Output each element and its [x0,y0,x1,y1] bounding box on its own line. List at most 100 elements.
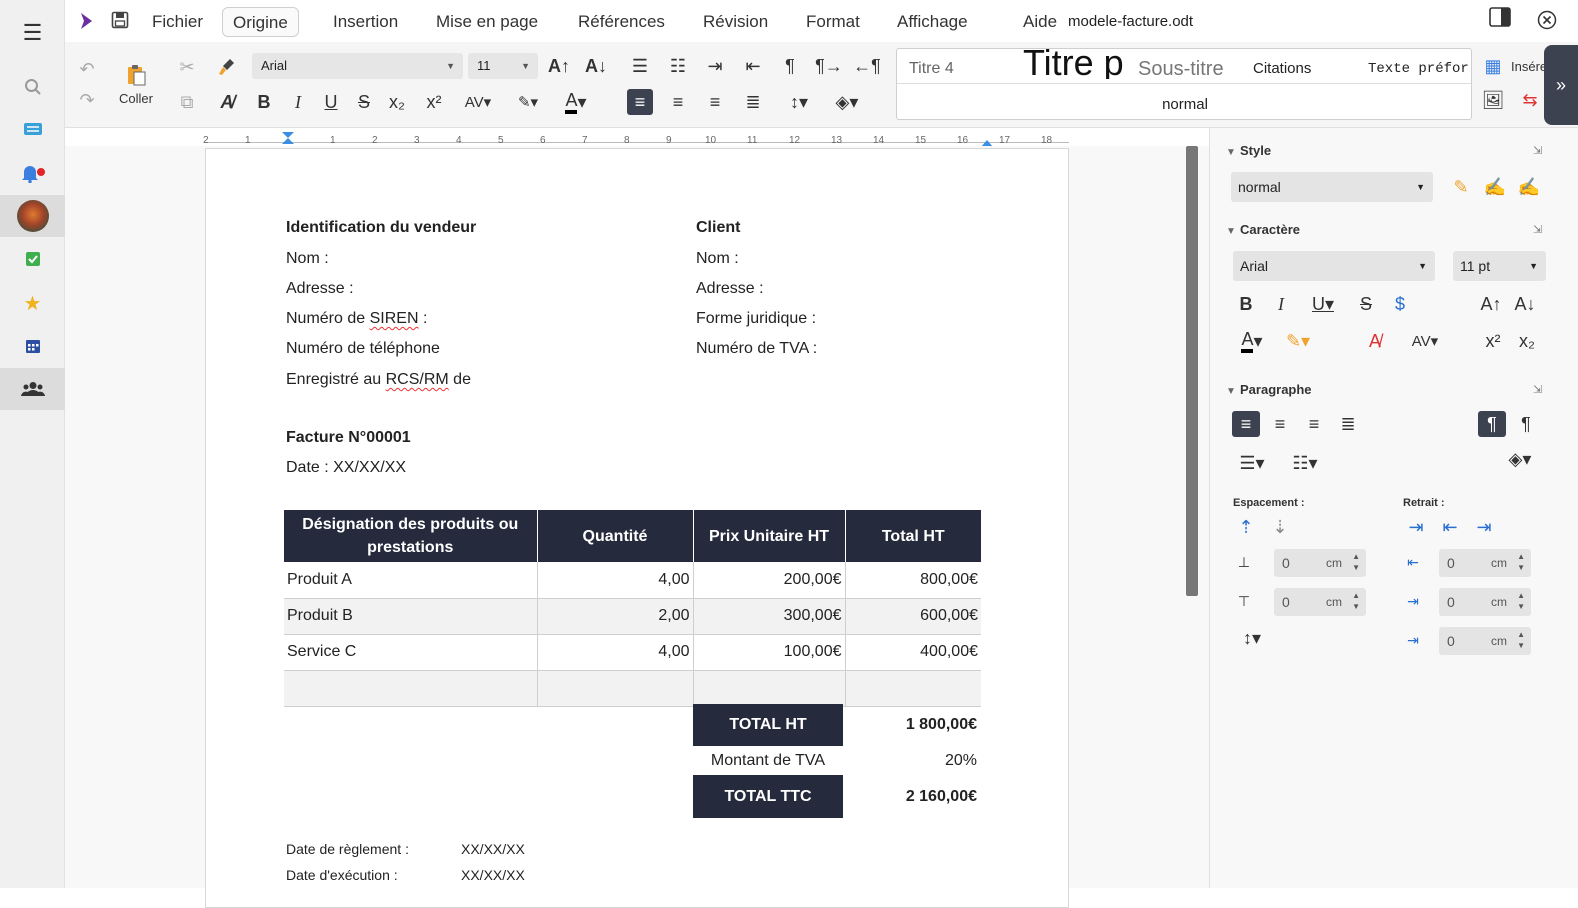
clear-formatting-icon[interactable]: A̸ [1361,328,1389,354]
paste-button[interactable]: Coller [118,64,154,106]
numbered-list-icon[interactable]: ☷ [665,53,691,79]
calendar-icon[interactable] [0,325,65,367]
copy-icon[interactable]: ⧉ [174,89,200,115]
shrink-font-icon[interactable]: A↓ [1511,291,1539,317]
superscript-icon[interactable]: x² [421,89,447,115]
align-left-icon[interactable]: ≡ [1232,411,1260,437]
font-color-icon[interactable]: A ▾ [556,89,596,115]
justify-icon[interactable]: ≣ [740,89,766,115]
character-spacing-icon[interactable]: AV▾ [1404,328,1446,354]
after-text-indent-spinner[interactable]: 0 cm ▲ ▼ [1439,588,1531,616]
menu-insertion[interactable]: Insertion [323,7,408,37]
redo-icon[interactable]: ↷ [74,87,100,113]
cell-designation[interactable]: Produit A [284,562,538,599]
menu-references[interactable]: Références [568,7,675,37]
line-spacing-icon[interactable]: ↕▾ [779,89,819,115]
sidebar-font-select[interactable]: Arial ▼ [1233,251,1435,281]
cell-quantite[interactable]: 4,00 [537,562,694,599]
below-spacing-spinner[interactable]: 0 cm ▲ ▼ [1274,588,1366,616]
bullet-list-icon[interactable]: ☰▾ [1232,450,1272,476]
cell-prix[interactable]: 300,00€ [693,598,846,635]
undo-icon[interactable]: ↶ [74,56,100,82]
paragraph-section-header[interactable]: ▼ Paragraphe [1226,382,1312,397]
align-left-icon[interactable]: ≡ [627,89,653,115]
superscript-icon[interactable]: x² [1479,328,1507,354]
paragraph-background-icon[interactable]: ◈▾ [827,89,867,115]
sidebar-size-select[interactable]: 11 pt ▼ [1453,251,1546,281]
spinner-arrows-icon[interactable]: ▲ ▼ [1517,551,1525,573]
highlight-icon[interactable]: ✎▾ [1278,328,1318,354]
invoice-table[interactable]: Désignation des produits ou prestations … [284,510,981,707]
menu-revision[interactable]: Révision [693,7,778,37]
strikethrough-icon[interactable]: S [351,89,377,115]
avatar[interactable] [0,195,65,237]
first-line-indent-spinner[interactable]: 0 cm ▲ ▼ [1439,627,1531,655]
style-texte-preformate[interactable]: Texte préfor [1368,53,1471,85]
star-icon[interactable]: ★ [0,282,65,324]
decrease-indent-icon[interactable]: ⇤ [740,53,766,79]
current-style[interactable]: normal [897,89,1471,119]
decrease-spacing-icon[interactable]: ⇣ [1266,514,1294,540]
numbered-list-icon[interactable]: ☷▾ [1285,450,1325,476]
update-style-icon[interactable]: ✍ [1481,174,1509,200]
style-titre-4[interactable]: Titre 4 [909,53,954,85]
align-center-icon[interactable]: ≡ [1266,411,1294,437]
menu-mise-en-page[interactable]: Mise en page [426,7,548,37]
rtl-paragraph-icon[interactable]: ¶ [1512,411,1540,437]
decrease-indent-icon[interactable]: ⇤ [1436,514,1464,540]
above-spacing-spinner[interactable]: 0 cm ▲ ▼ [1274,549,1366,577]
cell-prix[interactable]: 200,00€ [693,562,846,599]
contacts-icon[interactable] [0,368,65,410]
paragraph-style-select[interactable]: normal ▼ [1231,172,1433,202]
tasks-icon[interactable] [0,238,65,280]
menu-origine[interactable]: Origine [222,7,299,37]
spell-error-siren[interactable]: SIREN [370,310,419,327]
subscript-icon[interactable]: x₂ [384,89,410,115]
justify-icon[interactable]: ≣ [1334,411,1362,437]
cell-quantite[interactable]: 2,00 [537,598,694,635]
line-spacing-icon[interactable]: ↕▾ [1232,625,1272,651]
spinner-arrows-icon[interactable]: ▲ ▼ [1517,629,1525,651]
close-icon[interactable] [1537,10,1557,35]
cell-empty[interactable] [845,670,981,707]
spinner-arrows-icon[interactable]: ▲ ▼ [1352,590,1360,612]
right-indent-marker[interactable] [980,135,994,147]
increase-indent-icon[interactable]: ⇥ [702,53,728,79]
shadow-icon[interactable]: $ [1386,291,1414,317]
cell-designation[interactable]: Produit B [284,598,538,635]
menu-fichier[interactable]: Fichier [142,7,213,37]
table-icon[interactable]: ▦ [1480,53,1506,79]
vertical-scrollbar[interactable] [1186,146,1198,596]
cell-total[interactable]: 600,00€ [845,598,981,635]
new-style-icon[interactable]: ✍ [1515,174,1543,200]
increase-spacing-icon[interactable]: ⇡ [1232,514,1260,540]
bold-icon[interactable]: B [1232,291,1260,317]
highlight-color-icon[interactable]: ✎▾ [508,89,548,115]
style-citations[interactable]: Citations [1253,53,1311,85]
more-options-icon[interactable]: ⇲ [1533,223,1542,236]
sidebar-toggle-icon[interactable] [1489,7,1511,32]
menu-affichage[interactable]: Affichage [887,7,978,37]
cell-empty[interactable] [537,670,694,707]
align-right-icon[interactable]: ≡ [702,89,728,115]
shrink-font-icon[interactable]: A↓ [583,53,609,79]
ltr-paragraph-icon[interactable]: ¶ [1478,411,1506,437]
spinner-arrows-icon[interactable]: ▲ ▼ [1352,551,1360,573]
document-canvas[interactable]: Identification du vendeur Nom : Adresse … [65,146,1209,908]
cell-quantite[interactable]: 4,00 [537,634,694,671]
grow-font-icon[interactable]: A↑ [1477,291,1505,317]
cell-prix[interactable]: 100,00€ [693,634,846,671]
spell-error-rcs[interactable]: RCS/RM [386,371,449,388]
more-options-icon[interactable]: ⇲ [1533,144,1542,157]
document-filename[interactable]: modele-facture.odt [1068,13,1193,30]
bold-icon[interactable]: B [251,89,277,115]
paragraph-background-icon[interactable]: ◈▾ [1500,446,1540,472]
expand-toolbar-icon[interactable]: » [1544,45,1578,125]
ltr-paragraph-icon[interactable]: ¶→ [815,53,843,79]
underline-icon[interactable]: U▾ [1303,291,1343,317]
notifications-icon[interactable] [0,152,65,194]
style-fill-icon[interactable]: ✎ [1447,174,1475,200]
save-icon[interactable] [111,11,129,34]
style-section-header[interactable]: ▼ Style [1226,143,1271,158]
style-titre-p[interactable]: Titre p [1023,49,1123,79]
